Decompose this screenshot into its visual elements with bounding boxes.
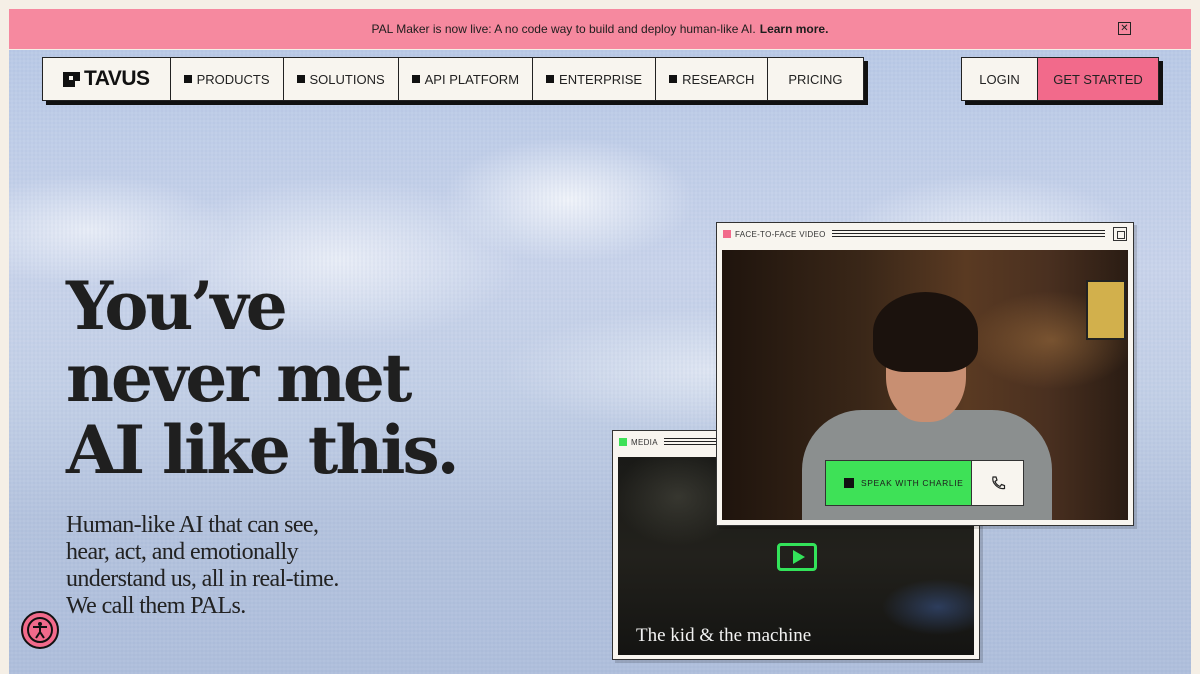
learn-more-link[interactable]: Learn more.	[760, 22, 829, 36]
login-button[interactable]: LOGIN	[962, 58, 1038, 100]
hero-title-line-1: You’ve	[66, 267, 288, 345]
nav-api-platform[interactable]: API PLATFORM	[399, 58, 534, 100]
square-icon	[546, 75, 555, 83]
pink-square-icon	[723, 230, 731, 238]
close-icon[interactable]: ✕	[1118, 22, 1131, 35]
speak-with-charlie-button[interactable]: SPEAK WITH CHARLIE	[826, 461, 971, 505]
nav-research-label: RESEARCH	[682, 71, 755, 87]
nav-solutions[interactable]: SOLUTIONS	[284, 58, 399, 100]
person-hair	[873, 292, 978, 372]
announcement-bar: PAL Maker is now live: A no code way to …	[9, 9, 1191, 49]
wall-poster	[1086, 280, 1126, 340]
speak-button-label: SPEAK WITH CHARLIE	[861, 478, 964, 488]
media-window-label: MEDIA	[631, 437, 658, 447]
nav-pricing[interactable]: PRICING	[768, 58, 862, 100]
nav-research[interactable]: RESEARCH	[656, 58, 769, 100]
media-caption: The kid & the machine	[636, 625, 812, 646]
nav-products[interactable]: PRODUCTS	[171, 58, 284, 100]
green-square-icon	[619, 438, 627, 446]
nav-enterprise[interactable]: ENTERPRISE	[533, 58, 657, 100]
video-window-titlebar: FACE-TO-FACE VIDEO	[717, 223, 1133, 245]
expand-icon[interactable]	[1113, 227, 1127, 241]
auth-buttons: LOGIN GET STARTED	[961, 57, 1159, 101]
accessibility-icon	[27, 617, 53, 643]
square-icon	[669, 75, 678, 83]
nav-enterprise-label: ENTERPRISE	[559, 71, 643, 87]
accessibility-button[interactable]	[21, 611, 59, 649]
tavus-logo-icon	[63, 71, 80, 88]
logo[interactable]: TAVUS	[43, 58, 171, 100]
page-frame-left	[0, 0, 9, 674]
nav-solutions-label: SOLUTIONS	[309, 71, 385, 87]
get-started-button[interactable]: GET STARTED	[1038, 58, 1158, 100]
hero-title-line-3: AI like this.	[66, 411, 460, 489]
speak-controls: SPEAK WITH CHARLIE	[825, 460, 1024, 506]
nav-pricing-label: PRICING	[788, 71, 843, 87]
nav-products-label: PRODUCTS	[196, 71, 270, 87]
page-frame-right	[1191, 0, 1200, 674]
square-icon	[411, 75, 420, 83]
hero-title: You’ve never met AI like this.	[66, 267, 460, 489]
play-icon[interactable]	[777, 543, 817, 571]
titlebar-stripes	[831, 229, 1105, 239]
phone-icon[interactable]	[971, 461, 1023, 505]
logo-text: TAVUS	[84, 67, 150, 90]
hero-title-line-2: never met	[66, 339, 412, 417]
square-icon	[296, 75, 305, 83]
square-icon	[183, 75, 192, 83]
hero-subtitle: Human-like AI that can see, hear, act, a…	[66, 512, 339, 619]
video-window-label: FACE-TO-FACE VIDEO	[735, 229, 826, 239]
main-nav: TAVUS PRODUCTS SOLUTIONS API PLATFORM EN…	[42, 57, 864, 101]
square-icon	[844, 478, 854, 488]
announcement-text: PAL Maker is now live: A no code way to …	[371, 22, 756, 36]
nav-api-platform-label: API PLATFORM	[424, 71, 520, 87]
